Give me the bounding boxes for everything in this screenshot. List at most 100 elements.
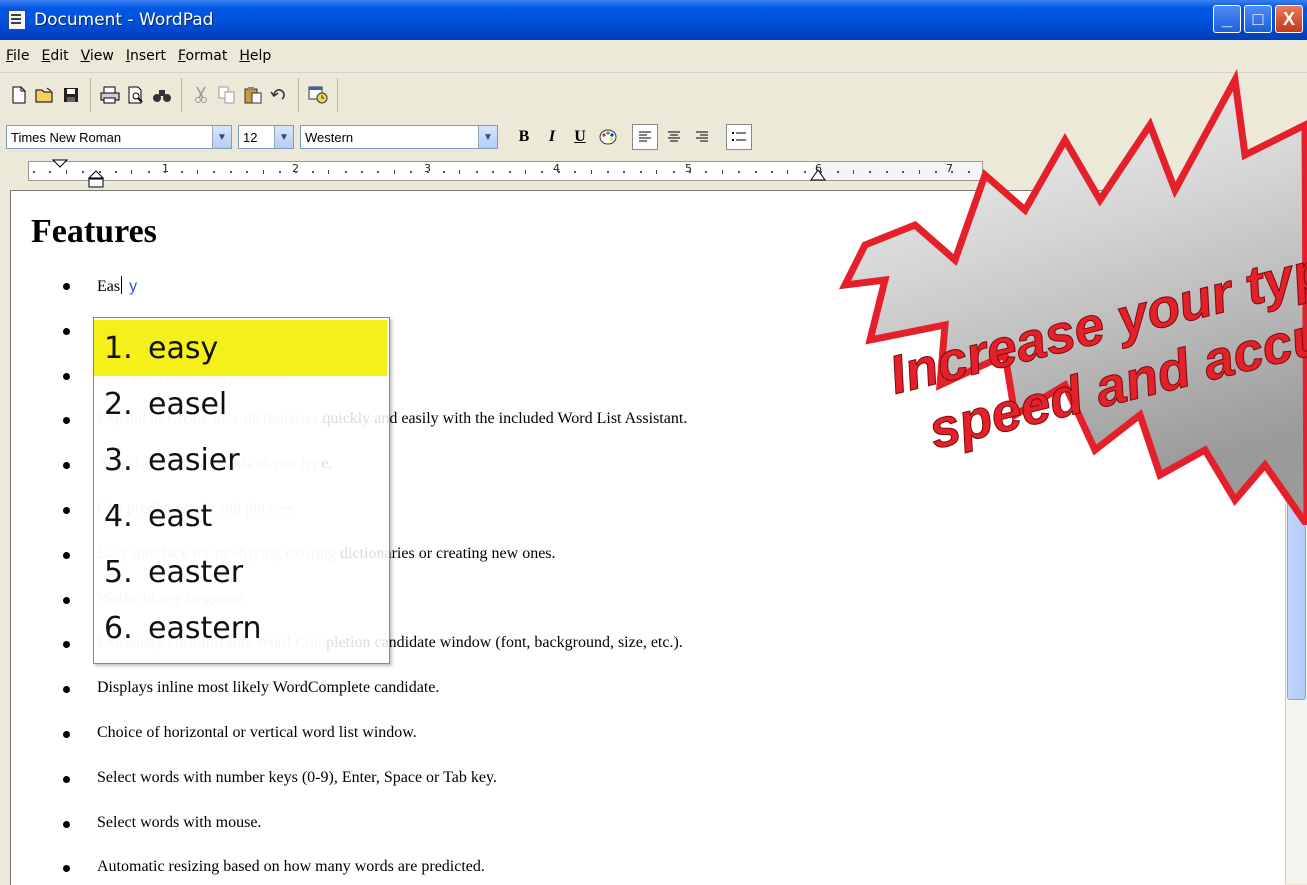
left-indent-marker-icon[interactable]	[86, 170, 106, 190]
ruler-tick	[590, 170, 592, 174]
ruler-tick	[443, 171, 445, 173]
ruler-tick	[721, 170, 723, 174]
menu-help[interactable]: Help	[233, 48, 277, 64]
ruler-tick	[754, 171, 757, 173]
menu-view[interactable]: View	[75, 48, 120, 64]
ruler-tick	[607, 171, 609, 173]
standard-toolbar	[0, 73, 1307, 118]
list-item: Select words with mouse.	[63, 814, 687, 859]
ruler-tick	[459, 170, 461, 174]
scrollbar-thumb[interactable]	[1287, 430, 1306, 700]
chevron-down-icon[interactable]: ▼	[212, 126, 231, 148]
ruler-tick	[885, 171, 888, 173]
ruler-tick	[557, 171, 560, 173]
suggestion-item[interactable]: 5. easter	[94, 544, 387, 600]
ruler-tick	[115, 171, 117, 173]
paste-icon[interactable]	[242, 84, 264, 106]
menu-file[interactable]: File	[0, 48, 35, 64]
print-icon[interactable]	[99, 84, 121, 106]
copy-icon[interactable]	[216, 84, 238, 106]
bold-button[interactable]: B	[512, 125, 536, 149]
title-bar[interactable]: Document - WordPad _ □ X	[0, 0, 1307, 40]
maximize-icon: □	[1252, 8, 1264, 29]
align-right-button[interactable]	[690, 125, 714, 149]
align-center-button[interactable]	[662, 125, 686, 149]
ruler[interactable]: 1 2 3 4 5 6 7	[0, 157, 1307, 190]
bullets-button[interactable]	[726, 124, 752, 150]
bullet-list-icon	[732, 132, 746, 141]
inline-completion-hint: y	[129, 278, 138, 295]
ruler-tick	[918, 170, 920, 174]
suggestion-item[interactable]: 4. east	[94, 488, 387, 544]
ruler-tick	[902, 171, 905, 173]
maximize-button[interactable]: □	[1244, 5, 1272, 33]
find-icon[interactable]	[151, 84, 173, 106]
item-text: Select words with number keys (0-9), Ent…	[97, 768, 497, 786]
save-icon[interactable]	[60, 84, 82, 106]
align-left-button[interactable]	[632, 124, 658, 150]
format-toolbar: Times New Roman ▼ 12 ▼ Western ▼ B I U	[0, 117, 1307, 158]
suggestion-word: easy	[148, 330, 219, 366]
suggestion-item[interactable]: 6. eastern	[94, 600, 387, 656]
wordpad-app-icon	[8, 10, 26, 30]
suggestion-word: easier	[148, 442, 240, 478]
ruler-number: 1	[162, 162, 169, 175]
vertical-scrollbar[interactable]	[1285, 190, 1307, 884]
date-time-icon[interactable]	[307, 84, 329, 106]
suggestion-word: eastern	[148, 610, 262, 646]
undo-icon[interactable]	[268, 84, 290, 106]
cut-icon[interactable]	[190, 84, 212, 106]
menu-insert[interactable]: Insert	[120, 48, 172, 64]
ruler-tick	[705, 171, 708, 173]
suggestion-item[interactable]: 1. easy	[94, 320, 387, 376]
suggestion-item[interactable]: 2. easel	[94, 376, 387, 432]
ruler-tick	[853, 170, 854, 174]
ruler-tick	[541, 171, 544, 173]
color-palette-button[interactable]	[596, 125, 620, 149]
new-icon[interactable]	[8, 84, 30, 106]
underline-button[interactable]: U	[568, 125, 592, 149]
font-size-select[interactable]: 12 ▼	[238, 125, 294, 149]
list-item: Displays inline most likely WordComplete…	[63, 679, 687, 724]
ruler-margin-area	[817, 162, 982, 180]
list-item-typing: Eas y	[63, 276, 687, 321]
italic-button[interactable]: I	[540, 125, 564, 149]
minimize-button[interactable]: _	[1213, 5, 1241, 33]
file-tools	[0, 78, 91, 112]
ruler-tick	[197, 170, 198, 174]
close-button[interactable]: X	[1275, 5, 1303, 33]
ruler-number: 2	[292, 162, 299, 175]
item-text: Choice of horizontal or vertical word li…	[97, 723, 417, 741]
ruler-tick	[328, 170, 330, 174]
ruler-tick	[935, 171, 937, 173]
menu-format[interactable]: Format	[172, 48, 233, 64]
open-icon[interactable]	[34, 84, 56, 106]
chevron-down-icon[interactable]: ▼	[478, 126, 497, 148]
ruler-tick	[967, 171, 970, 173]
edit-tools	[182, 78, 299, 112]
list-item: Select words with number keys (0-9), Ent…	[63, 769, 687, 814]
insert-tools	[299, 78, 338, 112]
suggestion-number: 6.	[104, 610, 133, 646]
suggestion-number: 4.	[104, 498, 133, 534]
item-text: Displays inline most likely WordComplete…	[97, 679, 440, 697]
ruler-number: 5	[685, 162, 692, 175]
ruler-tick	[393, 170, 395, 174]
chevron-down-icon[interactable]: ▼	[274, 126, 293, 148]
right-indent-marker-icon[interactable]	[808, 169, 828, 183]
indent-marker-icon[interactable]	[50, 159, 70, 191]
ruler-tick	[279, 171, 281, 173]
align-left-icon	[639, 131, 651, 142]
menu-edit[interactable]: Edit	[35, 48, 74, 64]
font-name-select[interactable]: Times New Roman ▼	[6, 125, 232, 149]
script-select[interactable]: Western ▼	[300, 125, 498, 149]
suggestion-word: east	[148, 498, 213, 534]
print-preview-icon[interactable]	[125, 84, 147, 106]
window-title: Document - WordPad	[34, 10, 214, 30]
ruler-tick	[869, 171, 872, 173]
ruler-tick	[803, 171, 806, 173]
suggestion-item[interactable]: 3. easier	[94, 432, 387, 488]
align-right-icon	[696, 131, 708, 142]
word-completion-popup: 1. easy 2. easel 3. easier 4. east 5. easter 6. eas…	[93, 317, 390, 664]
palette-icon	[599, 129, 617, 145]
